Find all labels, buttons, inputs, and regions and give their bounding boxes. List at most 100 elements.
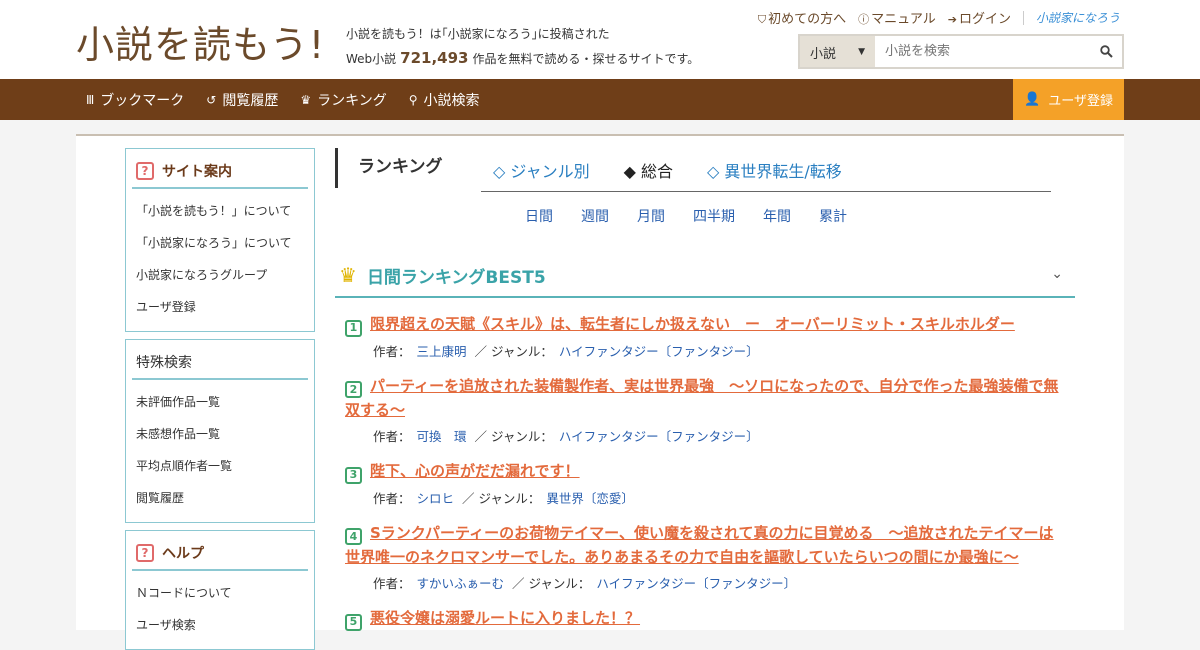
ranking-item: 3 陛下、心の声がだだ漏れです！ 作者： シロヒ ／ ジャンル： 異世界〔恋愛〕 (345, 459, 1065, 507)
ranking-item: 2 パーティーを追放された装備製作者、実は世界最強 〜ソロになったので、自分で作っ… (345, 374, 1065, 446)
sidebar-item-no-comments[interactable]: 未感想作品一覧 (136, 418, 304, 450)
nav-history[interactable]: ↺ 閲覧履歴 (206, 90, 278, 110)
ranking-item: 5 悪役令嬢は溺愛ルートに入りました！？ (345, 606, 1065, 631)
genre-label: ／ ジャンル： (474, 343, 553, 359)
rank-number: 2 (345, 381, 362, 398)
period-total[interactable]: 累計 (819, 206, 847, 226)
novel-meta: 作者： すかいふぁーむ ／ ジャンル： ハイファンタジー〔ファンタジー〕 (373, 573, 1065, 592)
chevron-down-icon: ▼ (858, 47, 865, 57)
nav-search[interactable]: ⚲ 小説検索 (409, 90, 480, 110)
rank-number: 5 (345, 613, 362, 631)
register-button[interactable]: 👤 ユーザ登録 (1013, 79, 1124, 120)
search-input[interactable] (875, 36, 1090, 67)
sidebar-help-title: ヘルプ (162, 546, 204, 562)
period-weekly[interactable]: 週間 (581, 206, 609, 226)
genre-link[interactable]: 異世界〔恋愛〕 (546, 491, 634, 506)
search-icon (1099, 45, 1113, 58)
author-link[interactable]: 三上康明 (417, 344, 467, 359)
sidebar-item-user-register[interactable]: ユーザ登録 (136, 291, 304, 323)
period-monthly[interactable]: 月間 (637, 206, 665, 226)
sidebar-guide-title: サイト案内 (162, 164, 232, 180)
tab-overall[interactable]: ◆ 総合 (624, 158, 673, 182)
tab-genre[interactable]: ◇ ジャンル別 (493, 158, 590, 182)
period-quarterly[interactable]: 四半期 (693, 206, 735, 226)
sidebar-special-title: 特殊検索 (136, 355, 192, 371)
ranking-list: 1 限界超えの天賦《スキル》は、転生者にしか扱えない ー オーバーリミット・スキル… (345, 312, 1065, 645)
nav-search-label: 小説検索 (423, 92, 480, 109)
question-icon: ? (136, 544, 154, 562)
sidebar-special-list: 未評価作品一覧 未感想作品一覧 平均点順作者一覧 閲覧履歴 (126, 380, 314, 522)
sidebar-item-user-search[interactable]: ユーザ検索 (136, 609, 304, 641)
site-tagline: 小説を読もう！は｢小説家になろう｣に投稿された Web小説 721,493 作品を無… (346, 22, 699, 71)
nav-history-label: 閲覧履歴 (222, 92, 279, 109)
login-link[interactable]: ➔ ログイン (948, 8, 1011, 27)
search-bar: 小説 ▼ (798, 34, 1124, 69)
ranking-item: 1 限界超えの天賦《スキル》は、転生者にしか扱えない ー オーバーリミット・スキル… (345, 312, 1065, 360)
novel-meta: 作者： シロヒ ／ ジャンル： 異世界〔恋愛〕 (373, 488, 1065, 507)
tagline-line1: 小説を読もう！は｢小説家になろう｣に投稿された (346, 27, 610, 41)
tagline-suffix: 作品を無料で読める・探せるサイトです。 (472, 52, 700, 66)
author-link[interactable]: すかいふぁーむ (417, 576, 505, 591)
period-links: 日間 週間 月間 四半期 年間 累計 (525, 206, 847, 226)
genre-label: ／ ジャンル： (512, 576, 591, 591)
crown-icon: ♛ (300, 92, 312, 107)
sidebar-special-heading: 特殊検索 (132, 348, 308, 380)
search-button[interactable] (1090, 36, 1122, 67)
novel-title-link[interactable]: パーティーを追放された装備製作者、実は世界最強 〜ソロになったので、自分で作った… (345, 377, 1059, 420)
novel-title-link[interactable]: 悪役令嬢は溺愛ルートに入りました！？ (370, 609, 640, 627)
author-label: 作者： (373, 343, 411, 359)
genre-link[interactable]: ハイファンタジー〔ファンタジー〕 (559, 429, 759, 444)
sidebar-help-heading: ? ヘルプ (132, 539, 308, 571)
tagline-prefix: Web小説 (346, 52, 397, 66)
tab-isekai[interactable]: ◇ 異世界転生/転移 (707, 158, 842, 182)
rank-number: 3 (345, 466, 362, 484)
author-label: 作者： (373, 490, 411, 506)
bookmark-icon: Ⅲ (86, 92, 95, 107)
search-icon: ⚲ (408, 92, 418, 107)
sidebar-item-about-yomou[interactable]: 「小説を読もう！」について (136, 195, 304, 227)
chevron-down-icon[interactable]: ⌄ (1051, 266, 1063, 282)
sidebar-item-about-narou[interactable]: 「小説家になろう」について (136, 227, 304, 259)
genre-link[interactable]: ハイファンタジー〔ファンタジー〕 (559, 344, 759, 359)
crown-icon: ♛ (339, 263, 357, 287)
nav-ranking-label: ランキング (317, 92, 387, 109)
novel-title-link[interactable]: 陛下、心の声がだだ漏れです！ (370, 462, 580, 480)
best5-header[interactable]: ♛ 日間ランキングBEST5 ⌄ (335, 254, 1075, 298)
search-category-select[interactable]: 小説 ▼ (800, 36, 875, 67)
sidebar-item-avg-score-authors[interactable]: 平均点順作者一覧 (136, 450, 304, 482)
search-category-value: 小説 (810, 47, 837, 62)
manual-link[interactable]: ⓘ マニュアル (858, 8, 936, 27)
author-label: 作者： (373, 429, 411, 444)
main-panel: ランキング ◇ ジャンル別 ◆ 総合 ◇ 異世界転生/転移 日間 週間 月間 四… (335, 136, 1075, 632)
period-daily[interactable]: 日間 (525, 206, 553, 226)
nav-ranking[interactable]: ♛ ランキング (300, 90, 386, 110)
novel-meta: 作者： 可換 環 ／ ジャンル： ハイファンタジー〔ファンタジー〕 (373, 426, 1065, 445)
question-icon: ? (136, 162, 154, 180)
top-links: ⛉ 初めての方へ ⓘ マニュアル ➔ ログイン 小説家になろう (758, 8, 1120, 27)
question-icon: ⓘ (858, 13, 870, 26)
author-label: 作者： (373, 576, 411, 591)
genre-link[interactable]: ハイファンタジー〔ファンタジー〕 (596, 576, 796, 591)
author-link[interactable]: シロヒ (417, 491, 455, 506)
rank-number: 4 (345, 528, 362, 545)
site-logo[interactable]: 小説を読もう! (76, 14, 325, 69)
period-yearly[interactable]: 年間 (763, 206, 791, 226)
login-label: ログイン (958, 12, 1011, 27)
sidebar-item-unrated[interactable]: 未評価作品一覧 (136, 386, 304, 418)
genre-label: ／ ジャンル： (462, 490, 541, 506)
sidebar-help: ? ヘルプ Ｎコードについて ユーザ検索 (125, 530, 315, 650)
sidebar-item-narou-group[interactable]: 小説家になろうグループ (136, 259, 304, 291)
best5-title: 日間ランキングBEST5 (366, 267, 546, 288)
novel-title-link[interactable]: 限界超えの天賦《スキル》は、転生者にしか扱えない ー オーバーリミット・スキルホ… (370, 315, 1015, 333)
login-icon: ➔ (947, 13, 957, 26)
author-link[interactable]: 可換 環 (417, 429, 467, 444)
rank-number: 1 (345, 319, 362, 337)
narou-logo-link[interactable]: 小説家になろう (1036, 9, 1120, 26)
novel-title-link[interactable]: Sランクパーティーのお荷物テイマー、使い魔を殺されて真の力に目覚める 〜追放され… (345, 524, 1054, 567)
nav-bookmark[interactable]: Ⅲ ブックマーク (86, 90, 184, 110)
shield-icon: ⛉ (757, 13, 767, 26)
sidebar-item-history[interactable]: 閲覧履歴 (136, 482, 304, 514)
manual-label: マニュアル (871, 12, 936, 27)
first-time-link[interactable]: ⛉ 初めての方へ (758, 8, 846, 27)
sidebar-item-ncode[interactable]: Ｎコードについて (136, 577, 304, 609)
